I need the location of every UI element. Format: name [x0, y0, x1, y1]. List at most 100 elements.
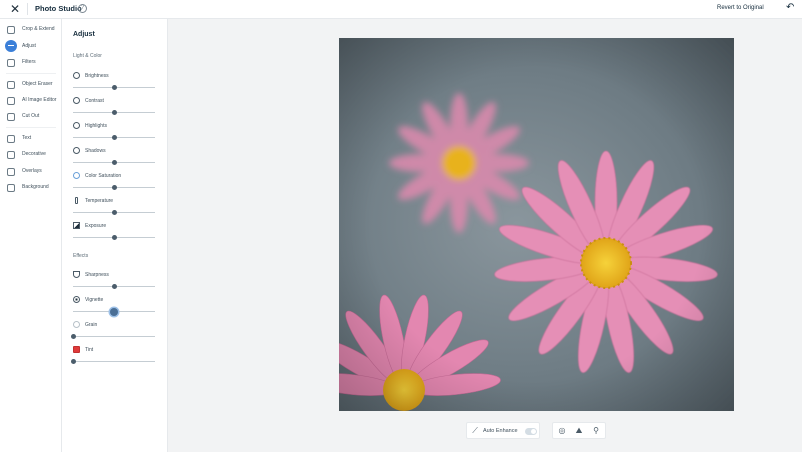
exposure-slider[interactable]: [73, 235, 155, 240]
control-label: Sharpness: [85, 272, 109, 278]
adjust-panel: Adjust Light & Color Brightness Contrast…: [62, 19, 168, 452]
vignette-icon: [73, 296, 80, 303]
view-tools: ◎ ⛰ ⚲: [552, 422, 606, 439]
nav-item-background[interactable]: Background: [0, 182, 62, 195]
section-label-effects: Effects: [73, 253, 89, 259]
nav-label: AI Image Editor: [22, 97, 57, 103]
tint-icon[interactable]: [73, 346, 80, 353]
control-label: Grain: [85, 322, 98, 328]
nav-item-overlays[interactable]: Overlays: [0, 166, 62, 179]
tint-slider[interactable]: [70, 359, 155, 364]
brightness-control: Brightness: [73, 72, 157, 94]
nav-label: Cut Out: [22, 113, 40, 119]
help-icon[interactable]: ?: [78, 4, 87, 13]
tint-control: Tint: [70, 346, 157, 368]
vignette-control: Vignette: [73, 296, 157, 318]
contrast-control: Contrast: [73, 97, 157, 119]
color-saturation-slider[interactable]: [73, 185, 155, 190]
control-label: Tint: [85, 347, 94, 353]
brightness-icon: [73, 72, 80, 79]
nav-item-cut-out[interactable]: Cut Out: [0, 111, 62, 124]
section-label-light-color: Light & Color: [73, 53, 102, 59]
tool-sidebar: Crop & Extend Adjust Filters Object Eras…: [0, 19, 62, 452]
revert-to-original-button[interactable]: Revert to Original: [717, 5, 764, 11]
vignette-slider[interactable]: [73, 307, 155, 316]
filters-icon: [7, 59, 15, 67]
slider-handle[interactable]: [111, 85, 117, 90]
nav-item-filters[interactable]: Filters: [0, 57, 62, 70]
panel-title: Adjust: [73, 31, 95, 38]
stamp-icon[interactable]: ⚲: [591, 426, 601, 436]
compare-icon[interactable]: ◎: [557, 426, 567, 436]
exposure-control: Exposure: [73, 222, 157, 244]
nav-label: Decorative: [22, 151, 46, 157]
control-label: Contrast: [85, 98, 104, 104]
nav-label: Adjust: [22, 43, 36, 49]
temperature-slider[interactable]: [73, 210, 155, 215]
nav-item-text[interactable]: Text: [0, 133, 62, 146]
control-label: Vignette: [85, 297, 104, 303]
auto-enhance-control[interactable]: ⟋ Auto Enhance: [466, 422, 540, 439]
contrast-icon: [73, 97, 80, 104]
adjust-icon: [5, 40, 17, 52]
auto-enhance-label: Auto Enhance: [483, 428, 518, 434]
top-bar: ✕ Photo Studio ? Revert to Original ↶: [0, 0, 802, 19]
contrast-slider[interactable]: [73, 110, 155, 115]
exposure-icon: [73, 222, 80, 229]
nav-label: Background: [22, 184, 49, 190]
grain-icon: [73, 321, 80, 328]
shadows-slider[interactable]: [73, 160, 155, 165]
eraser-icon: [7, 81, 15, 89]
slider-handle[interactable]: [111, 210, 117, 215]
control-label: Temperature: [85, 198, 114, 204]
cutout-icon: [7, 113, 15, 121]
auto-enhance-toggle[interactable]: [525, 428, 537, 435]
app-title: Photo Studio: [35, 4, 82, 13]
slider-handle[interactable]: [70, 334, 76, 339]
nav-item-ai-image-editor[interactable]: AI Image Editor: [0, 95, 62, 108]
slider-handle[interactable]: [70, 359, 76, 364]
slider-handle[interactable]: [111, 185, 117, 190]
undo-icon[interactable]: ↶: [786, 2, 794, 13]
sharpness-slider[interactable]: [73, 284, 155, 289]
flower-photo: [339, 38, 734, 411]
close-icon[interactable]: ✕: [9, 3, 21, 15]
temperature-icon: [75, 197, 78, 204]
sharpness-icon: [73, 271, 80, 278]
highlights-icon: [73, 122, 80, 129]
nav-label: Text: [22, 135, 32, 141]
highlights-slider[interactable]: [73, 135, 155, 140]
slider-handle[interactable]: [110, 307, 118, 316]
control-label: Highlights: [85, 123, 107, 129]
slider-handle[interactable]: [111, 135, 117, 140]
grain-control: Grain: [70, 321, 157, 343]
nav-item-object-eraser[interactable]: Object Eraser: [0, 79, 62, 92]
canvas-area: ⟋ Auto Enhance ◎ ⛰ ⚲: [168, 19, 802, 452]
slider-handle[interactable]: [111, 160, 117, 165]
slider-handle[interactable]: [111, 235, 117, 240]
highlights-control: Highlights: [73, 122, 157, 144]
shadows-control: Shadows: [73, 147, 157, 169]
brightness-slider[interactable]: [73, 85, 155, 90]
slider-handle[interactable]: [111, 284, 117, 289]
nav-label: Crop & Extend: [22, 26, 55, 32]
nav-item-crop-extend[interactable]: Crop & Extend: [0, 24, 62, 37]
color-saturation-control: Color Saturation: [73, 172, 157, 194]
nav-item-adjust[interactable]: Adjust: [0, 40, 62, 54]
nav-label: Overlays: [22, 168, 42, 174]
sharpness-control: Sharpness: [73, 271, 157, 293]
overlays-icon: [7, 168, 15, 176]
shadows-icon: [73, 147, 80, 154]
ai-edit-icon: [7, 97, 15, 105]
control-label: Color Saturation: [85, 173, 122, 179]
nav-label: Object Eraser: [22, 81, 53, 87]
landscape-icon[interactable]: ⛰: [574, 426, 584, 436]
photo-preview[interactable]: [339, 38, 734, 411]
slider-handle[interactable]: [111, 110, 117, 115]
text-icon: [7, 135, 15, 143]
nav-item-decorative[interactable]: Decorative: [0, 149, 62, 162]
magic-wand-icon: ⟋: [472, 426, 478, 435]
background-icon: [7, 184, 15, 192]
grain-slider[interactable]: [70, 334, 155, 339]
nav-label: Filters: [22, 59, 36, 65]
